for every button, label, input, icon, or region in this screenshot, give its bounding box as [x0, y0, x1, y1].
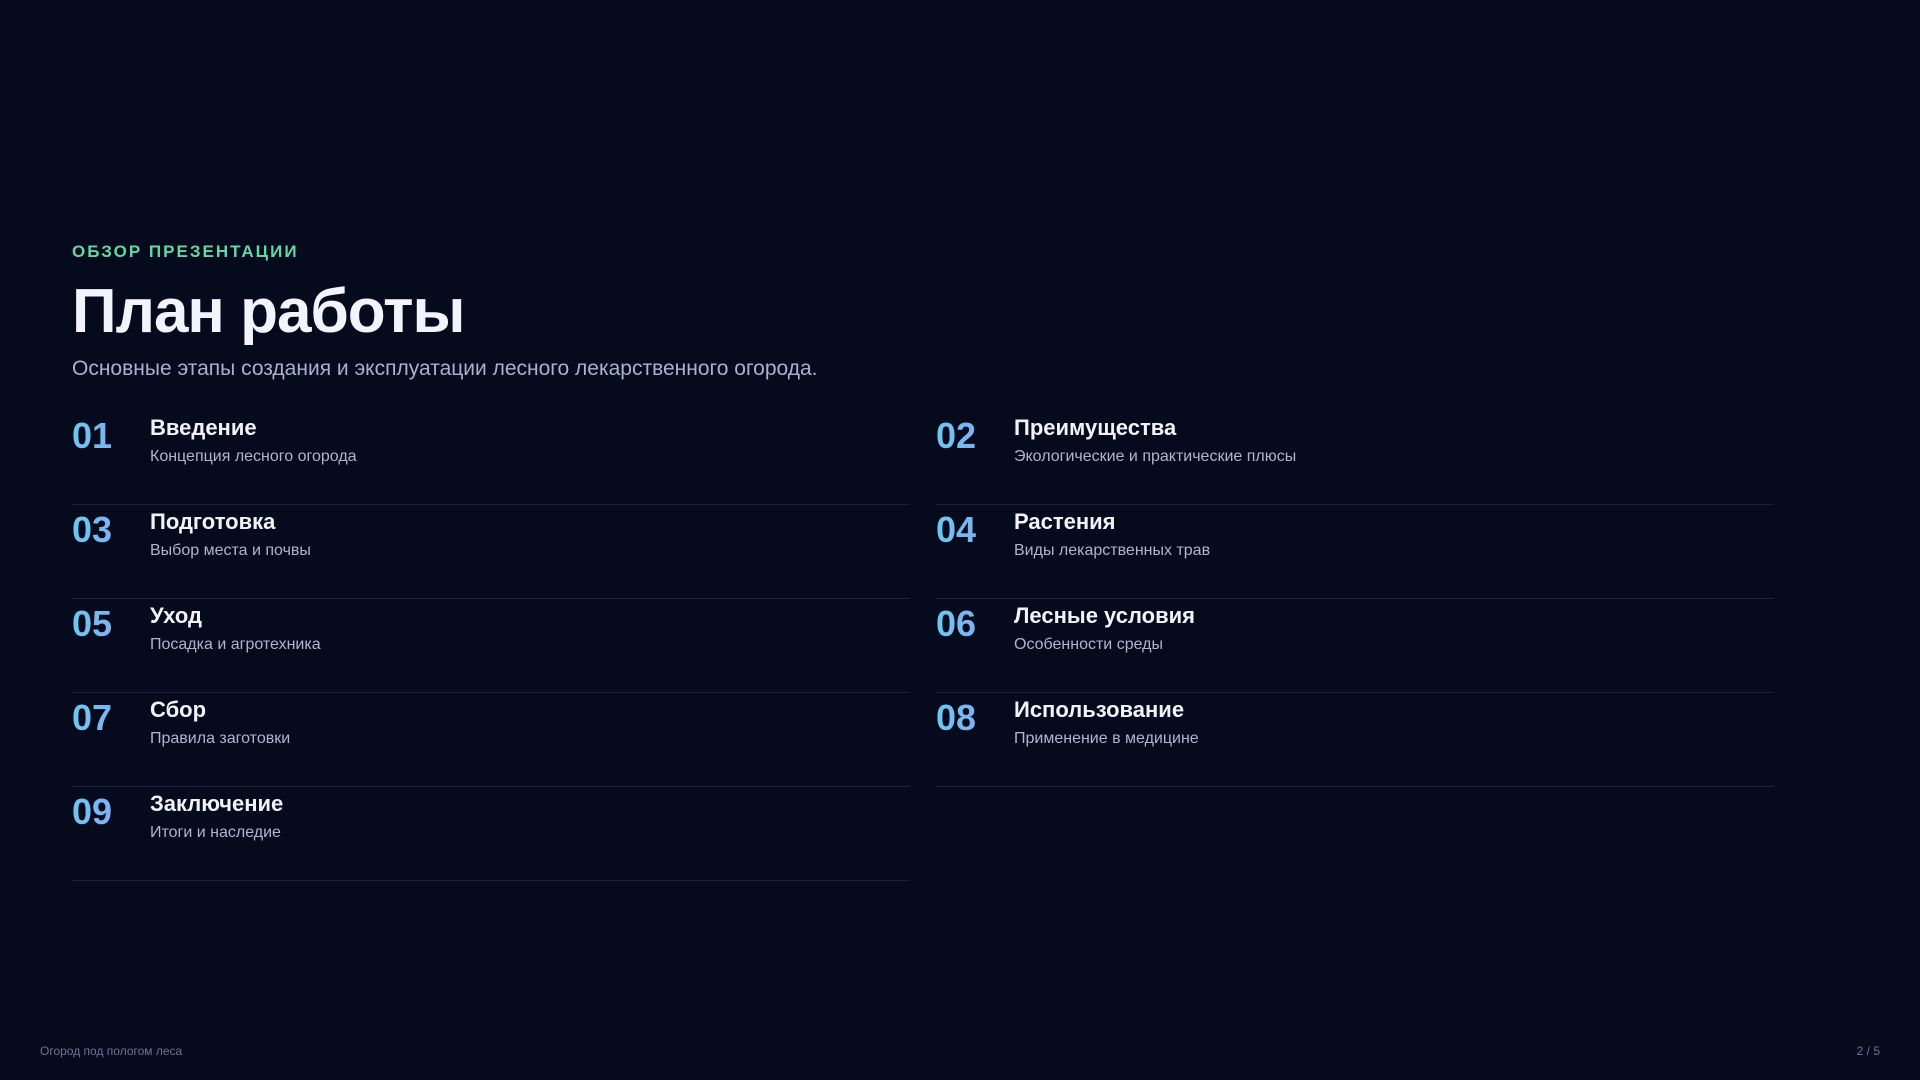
agenda-number: 09 — [72, 790, 150, 834]
agenda-texts: Использование Применение в медицине — [1014, 694, 1199, 749]
agenda-title: Растения — [1014, 509, 1116, 534]
agenda-title: Подготовка — [150, 509, 276, 534]
agenda-subtitle: Посадка и агротехника — [150, 636, 321, 653]
agenda-number: 07 — [72, 696, 150, 740]
agenda-item-02: 02 Преимущества Экологические и практиче… — [936, 412, 1774, 505]
agenda-number: 02 — [936, 414, 1014, 458]
agenda-item-01: 01 Введение Концепция лесного огорода — [72, 412, 910, 505]
agenda-subtitle: Правила заготовки — [150, 730, 291, 747]
agenda-title: Введение — [150, 415, 257, 440]
agenda-subtitle: Концепция лесного огорода — [150, 448, 357, 465]
agenda-texts: Введение Концепция лесного огорода — [150, 412, 357, 467]
agenda-texts: Растения Виды лекарственных трав — [1014, 506, 1210, 561]
slide: ОБЗОР ПРЕЗЕНТАЦИИ План работы Основные э… — [0, 0, 1920, 1080]
agenda-item-08: 08 Использование Применение в медицине — [936, 694, 1774, 787]
agenda-item-06: 06 Лесные условия Особенности среды — [936, 600, 1774, 693]
agenda-item-04: 04 Растения Виды лекарственных трав — [936, 506, 1774, 599]
agenda-number: 04 — [936, 508, 1014, 552]
agenda-number: 08 — [936, 696, 1014, 740]
agenda-subtitle: Применение в медицине — [1014, 730, 1199, 747]
agenda-item-09: 09 Заключение Итоги и наследие — [72, 788, 910, 881]
agenda-item-05: 05 Уход Посадка и агротехника — [72, 600, 910, 693]
agenda-item-07: 07 Сбор Правила заготовки — [72, 694, 910, 787]
agenda-texts: Уход Посадка и агротехника — [150, 600, 321, 655]
slide-content: ОБЗОР ПРЕЗЕНТАЦИИ План работы Основные э… — [72, 242, 1774, 882]
agenda-subtitle: Экологические и практические плюсы — [1014, 448, 1297, 465]
agenda-title: Заключение — [150, 791, 284, 816]
agenda-title: Лесные условия — [1014, 603, 1195, 628]
agenda-title: Сбор — [150, 697, 207, 722]
agenda-title: Уход — [150, 603, 202, 628]
agenda-number: 05 — [72, 602, 150, 646]
eyebrow-label: ОБЗОР ПРЕЗЕНТАЦИИ — [72, 242, 299, 261]
agenda-texts: Преимущества Экологические и практически… — [1014, 412, 1296, 467]
page-title: План работы — [72, 277, 465, 346]
agenda-texts: Подготовка Выбор места и почвы — [150, 506, 311, 561]
agenda-number: 03 — [72, 508, 150, 552]
agenda-texts: Лесные условия Особенности среды — [1014, 600, 1195, 655]
agenda-subtitle: Особенности среды — [1014, 636, 1163, 653]
agenda-subtitle: Итоги и наследие — [150, 824, 281, 841]
agenda-item-03: 03 Подготовка Выбор места и почвы — [72, 506, 910, 599]
agenda-subtitle: Виды лекарственных трав — [1014, 542, 1211, 559]
page-subtitle: Основные этапы создания и эксплуатации л… — [72, 357, 818, 380]
agenda-texts: Заключение Итоги и наследие — [150, 788, 283, 843]
agenda-number: 06 — [936, 602, 1014, 646]
agenda-number: 01 — [72, 414, 150, 458]
agenda-title: Преимущества — [1014, 415, 1177, 440]
agenda-texts: Сбор Правила заготовки — [150, 694, 290, 749]
agenda-title: Использование — [1014, 697, 1185, 722]
agenda-subtitle: Выбор места и почвы — [150, 542, 311, 559]
agenda-grid: 01 Введение Концепция лесного огорода 02… — [72, 412, 1774, 882]
footer-page-number: 2 / 5 — [1856, 1044, 1880, 1058]
footer-deck-title: Огород под пологом леса — [40, 1044, 183, 1058]
